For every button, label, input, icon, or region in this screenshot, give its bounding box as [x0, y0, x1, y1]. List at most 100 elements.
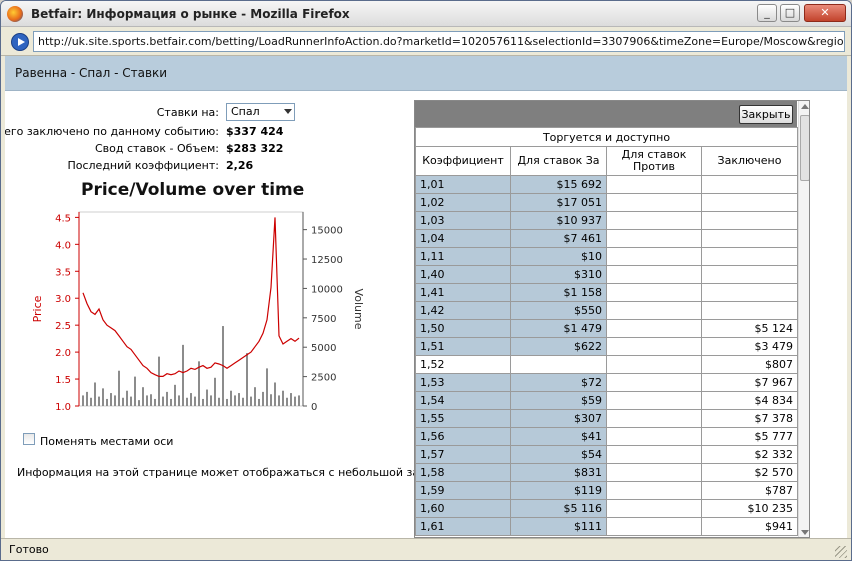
odds-cell[interactable]: 1,60: [415, 499, 511, 518]
volume-bar: [282, 390, 284, 406]
odds-cell[interactable]: 1,42: [415, 301, 511, 320]
back-cell[interactable]: $59: [510, 391, 607, 410]
lay-cell[interactable]: [606, 391, 702, 410]
lay-cell[interactable]: [606, 445, 702, 464]
col-header-odds: Коэффициент: [415, 146, 511, 176]
odds-cell[interactable]: 1,58: [415, 463, 511, 482]
volume-bar: [214, 377, 216, 406]
resize-grip-icon[interactable]: [835, 546, 847, 558]
y2-axis-label: Volume: [352, 289, 365, 330]
matched-cell: $7 967: [701, 373, 798, 392]
odds-cell[interactable]: 1,57: [415, 445, 511, 464]
volume-bar: [290, 393, 292, 406]
matched-cell: [701, 247, 798, 266]
lay-cell[interactable]: [606, 337, 702, 356]
odds-cell[interactable]: 1,41: [415, 283, 511, 302]
odds-cell[interactable]: 1,11: [415, 247, 511, 266]
odds-table-body: 1,01 $15 692 1,02 $17 051 1,03 $10 937 1,04 $7 …: [415, 175, 798, 536]
swap-axes-checkbox[interactable]: [23, 433, 35, 445]
maximize-button[interactable]: □: [780, 4, 800, 22]
close-window-button[interactable]: ✕: [804, 4, 846, 22]
odds-cell[interactable]: 1,04: [415, 229, 511, 248]
matched-cell: $2 332: [701, 445, 798, 464]
lay-cell[interactable]: [606, 427, 702, 446]
lay-cell[interactable]: [606, 481, 702, 500]
table-row: 1,41 $1 158: [415, 283, 798, 302]
page-title: Равенна - Спал - Ставки: [15, 66, 168, 80]
lay-cell[interactable]: [606, 193, 702, 212]
back-cell[interactable]: $54: [510, 445, 607, 464]
odds-cell[interactable]: 1,52: [415, 355, 511, 374]
lay-cell[interactable]: [606, 319, 702, 338]
scroll-down-icon[interactable]: [801, 530, 809, 535]
volume-bar: [178, 395, 180, 406]
lay-cell[interactable]: [606, 499, 702, 518]
odds-cell[interactable]: 1,01: [415, 175, 511, 194]
volume-bar: [266, 368, 268, 406]
odds-cell[interactable]: 1,56: [415, 427, 511, 446]
back-cell[interactable]: $15 692: [510, 175, 607, 194]
odds-cell[interactable]: 1,61: [415, 517, 511, 536]
lay-cell[interactable]: [606, 247, 702, 266]
minimize-button[interactable]: _: [757, 4, 777, 22]
back-cell[interactable]: [510, 355, 607, 374]
lay-cell[interactable]: [606, 265, 702, 284]
lay-cell[interactable]: [606, 175, 702, 194]
table-row: 1,54 $59 $4 834: [415, 391, 798, 410]
close-panel-button[interactable]: Закрыть: [739, 105, 793, 124]
back-cell[interactable]: $10: [510, 247, 607, 266]
matched-cell: [701, 193, 798, 212]
bets-on-value: Спал: [231, 105, 260, 118]
browser-window: Betfair: Информация о рынке - Mozilla Fi…: [0, 0, 852, 561]
matched-cell: $2 570: [701, 463, 798, 482]
lay-cell[interactable]: [606, 409, 702, 428]
scrollbar-thumb[interactable]: [800, 115, 809, 181]
lay-cell[interactable]: [606, 211, 702, 230]
lay-cell[interactable]: [606, 301, 702, 320]
back-cell[interactable]: $831: [510, 463, 607, 482]
odds-cell[interactable]: 1,55: [415, 409, 511, 428]
odds-cell[interactable]: 1,51: [415, 337, 511, 356]
volume-bar: [226, 398, 228, 406]
back-cell[interactable]: $72: [510, 373, 607, 392]
y-tick-label: 1.5: [55, 375, 71, 386]
last-odds-label: Последний коэффициент:: [67, 159, 219, 172]
volume-bar: [230, 390, 232, 406]
odds-cell[interactable]: 1,59: [415, 481, 511, 500]
back-cell[interactable]: $10 937: [510, 211, 607, 230]
volume-bar: [118, 370, 120, 406]
back-cell[interactable]: $622: [510, 337, 607, 356]
back-cell[interactable]: $310: [510, 265, 607, 284]
lay-cell[interactable]: [606, 463, 702, 482]
odds-cell[interactable]: 1,03: [415, 211, 511, 230]
lay-cell[interactable]: [606, 517, 702, 536]
url-field[interactable]: http://uk.site.sports.betfair.com/bettin…: [33, 31, 845, 52]
site-identity-icon[interactable]: [11, 33, 29, 51]
odds-cell[interactable]: 1,02: [415, 193, 511, 212]
lay-cell[interactable]: [606, 229, 702, 248]
odds-cell[interactable]: 1,53: [415, 373, 511, 392]
odds-cell[interactable]: 1,40: [415, 265, 511, 284]
lay-cell[interactable]: [606, 355, 702, 374]
back-cell[interactable]: $1 158: [510, 283, 607, 302]
bets-on-select[interactable]: Спал: [226, 103, 295, 121]
volume-bar: [126, 390, 128, 406]
y-tick-label: 3.5: [55, 267, 71, 278]
volume-bar: [206, 389, 208, 406]
back-cell[interactable]: $7 461: [510, 229, 607, 248]
odds-cell[interactable]: 1,50: [415, 319, 511, 338]
panel-scrollbar[interactable]: [798, 101, 809, 537]
back-cell[interactable]: $119: [510, 481, 607, 500]
back-cell[interactable]: $5 116: [510, 499, 607, 518]
back-cell[interactable]: $17 051: [510, 193, 607, 212]
lay-cell[interactable]: [606, 283, 702, 302]
back-cell[interactable]: $41: [510, 427, 607, 446]
volume-bar: [102, 388, 104, 406]
scroll-up-icon[interactable]: [801, 104, 809, 109]
back-cell[interactable]: $111: [510, 517, 607, 536]
lay-cell[interactable]: [606, 373, 702, 392]
back-cell[interactable]: $550: [510, 301, 607, 320]
back-cell[interactable]: $1 479: [510, 319, 607, 338]
back-cell[interactable]: $307: [510, 409, 607, 428]
odds-cell[interactable]: 1,54: [415, 391, 511, 410]
